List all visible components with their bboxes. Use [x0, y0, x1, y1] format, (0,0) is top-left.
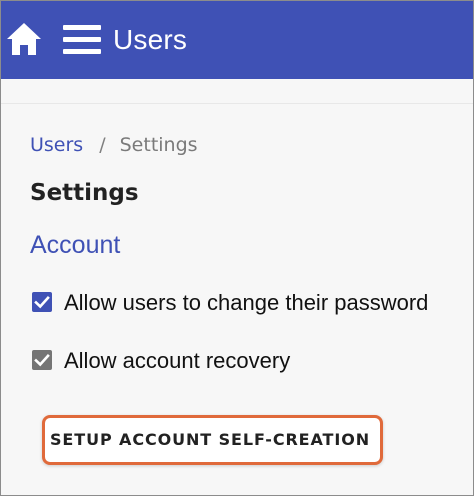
- breadcrumb-separator: /: [99, 134, 106, 156]
- menu-icon: [63, 25, 101, 54]
- page-title: Settings: [30, 180, 139, 206]
- settings-screen: Users Users / Settings Settings Account Al…: [0, 0, 474, 496]
- change-password-checkbox[interactable]: [32, 292, 52, 312]
- menu-button[interactable]: [63, 25, 101, 55]
- checkmark-icon: [34, 295, 50, 309]
- breadcrumb-current: Settings: [119, 134, 198, 156]
- setup-button-label: SETUP ACCOUNT SELF-CREATION: [50, 430, 371, 449]
- checkmark-icon: [34, 353, 50, 367]
- home-button[interactable]: [5, 21, 43, 57]
- app-title: Users: [113, 24, 188, 55]
- setup-account-self-creation-button[interactable]: SETUP ACCOUNT SELF-CREATION: [42, 415, 383, 465]
- account-recovery-label: Allow account recovery: [64, 348, 291, 373]
- account-recovery-checkbox[interactable]: [32, 350, 52, 370]
- settings-content: Users / Settings Settings Account Allow us…: [1, 104, 473, 495]
- change-password-label: Allow users to change their password: [64, 290, 429, 315]
- home-icon: [7, 23, 41, 55]
- breadcrumb-users-link[interactable]: Users: [30, 134, 83, 156]
- breadcrumb: Users / Settings: [30, 132, 198, 158]
- app-bar: Users: [1, 1, 473, 79]
- account-section-title: Account: [30, 231, 121, 259]
- toolbar-gap: [1, 79, 473, 104]
